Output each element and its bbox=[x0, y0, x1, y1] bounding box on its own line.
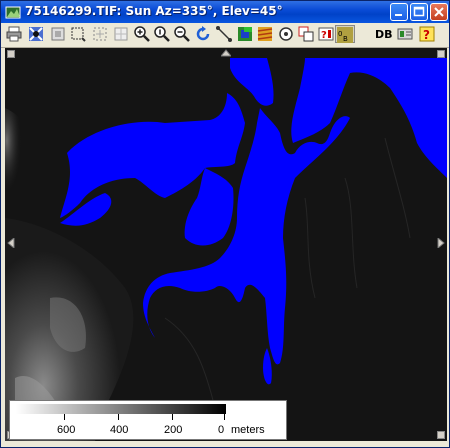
scale-label-0: 0 bbox=[218, 424, 225, 436]
scale-tick bbox=[172, 414, 173, 420]
scale-tick bbox=[118, 414, 119, 420]
help-icon[interactable]: ? bbox=[418, 25, 436, 43]
scale-unit: meters bbox=[231, 424, 265, 436]
scale-tick bbox=[224, 414, 225, 420]
db-button[interactable]: DB bbox=[375, 28, 393, 41]
scale-tick bbox=[64, 414, 65, 420]
full-view-icon[interactable] bbox=[49, 25, 67, 43]
zoom-in-icon[interactable] bbox=[133, 25, 151, 43]
app-window: 75146299.TIF: Sun Az=335°, Elev=45° ? 0 … bbox=[0, 0, 450, 448]
zoom-box-icon[interactable] bbox=[69, 25, 87, 43]
measure-icon[interactable] bbox=[215, 25, 233, 43]
identify-icon[interactable] bbox=[27, 25, 45, 43]
scale-label-600: 600 bbox=[57, 424, 76, 436]
svg-text:0: 0 bbox=[338, 30, 342, 38]
svg-text:B: B bbox=[343, 35, 348, 43]
target-icon[interactable] bbox=[277, 25, 295, 43]
app-icon bbox=[5, 6, 21, 19]
question-map-icon[interactable]: ? bbox=[317, 25, 335, 43]
close-button[interactable] bbox=[430, 3, 448, 21]
coords-icon[interactable]: 0B bbox=[335, 25, 355, 43]
zoom-corner-top-left[interactable] bbox=[7, 50, 15, 58]
maximize-button[interactable] bbox=[410, 3, 428, 21]
layers-icon[interactable] bbox=[396, 25, 416, 43]
map-canvas[interactable] bbox=[5, 48, 447, 441]
texture-icon[interactable] bbox=[256, 25, 274, 43]
svg-text:?: ? bbox=[423, 28, 430, 42]
scale-label-200: 200 bbox=[164, 424, 183, 436]
title-bar[interactable]: 75146299.TIF: Sun Az=335°, Elev=45° bbox=[1, 1, 449, 23]
elevation-gradient bbox=[16, 404, 226, 414]
toolbar: ? 0B DB ? bbox=[1, 23, 449, 48]
pan-left-arrow-icon[interactable] bbox=[7, 238, 15, 248]
pan-up-arrow-icon[interactable] bbox=[221, 49, 231, 57]
elevation-scale-bar: 600 400 200 0 meters bbox=[9, 400, 287, 440]
window-title: 75146299.TIF: Sun Az=335°, Elev=45° bbox=[25, 4, 283, 18]
print-icon[interactable] bbox=[5, 25, 23, 43]
redraw-icon[interactable] bbox=[194, 25, 212, 43]
zoom-corner-bottom-right[interactable] bbox=[437, 431, 445, 439]
zoom-out-icon[interactable] bbox=[173, 25, 191, 43]
svg-text:?: ? bbox=[321, 30, 327, 41]
overlay-icon[interactable] bbox=[297, 25, 315, 43]
select-icon[interactable] bbox=[91, 25, 109, 43]
color-map-icon[interactable] bbox=[236, 25, 254, 43]
zoom-corner-top-right[interactable] bbox=[437, 50, 445, 58]
minimize-button[interactable] bbox=[390, 3, 408, 21]
pan-right-arrow-icon[interactable] bbox=[437, 238, 445, 248]
zoom-normal-icon[interactable] bbox=[153, 25, 171, 43]
crop-icon[interactable] bbox=[112, 25, 130, 43]
scale-label-400: 400 bbox=[110, 424, 129, 436]
